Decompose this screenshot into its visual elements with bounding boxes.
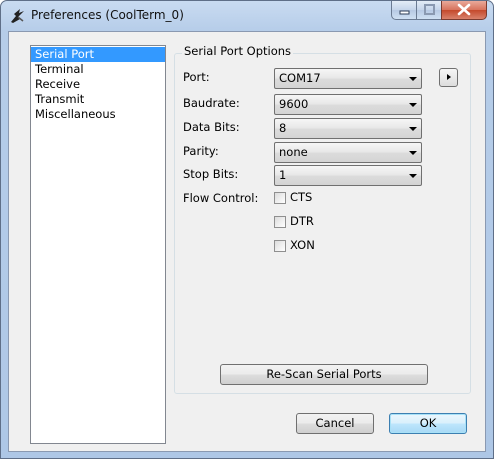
port-value: COM17 — [279, 71, 321, 85]
baudrate-select[interactable]: 9600 — [274, 94, 422, 115]
maximize-icon — [424, 4, 435, 15]
parity-select[interactable]: none — [274, 142, 422, 163]
chevron-down-icon — [409, 151, 417, 155]
baudrate-label: Baudrate: — [183, 96, 240, 110]
chevron-down-icon — [409, 174, 417, 178]
close-button[interactable] — [441, 1, 487, 20]
minimize-icon — [399, 10, 410, 15]
category-item-receive[interactable]: Receive — [31, 77, 165, 92]
data-bits-select[interactable]: 8 — [274, 118, 422, 139]
baudrate-value: 9600 — [279, 97, 309, 111]
category-item-terminal[interactable]: Terminal — [31, 62, 165, 77]
port-label: Port: — [183, 70, 210, 84]
chevron-down-icon — [409, 103, 417, 107]
parity-label: Parity: — [183, 144, 219, 158]
group-title: Serial Port Options — [182, 44, 294, 58]
close-icon — [457, 3, 471, 16]
xon-label[interactable]: XON — [290, 238, 315, 252]
data-bits-value: 8 — [279, 121, 287, 135]
cancel-button[interactable]: Cancel — [296, 413, 374, 434]
xon-checkbox[interactable] — [274, 240, 286, 252]
minimize-button[interactable] — [391, 1, 417, 20]
window-title: Preferences (CoolTerm_0) — [31, 8, 184, 22]
category-item-transmit[interactable]: Transmit — [31, 92, 165, 107]
stop-bits-label: Stop Bits: — [183, 167, 239, 181]
dtr-label[interactable]: DTR — [290, 214, 314, 228]
preferences-window: Preferences (CoolTerm_0) Serial Port Ter… — [0, 0, 494, 459]
ok-button[interactable]: OK — [389, 413, 467, 434]
data-bits-label: Data Bits: — [183, 120, 240, 134]
app-icon — [11, 9, 24, 23]
flow-control-label: Flow Control: — [183, 191, 259, 205]
category-list[interactable]: Serial Port Terminal Receive Transmit Mi… — [30, 45, 166, 444]
chevron-down-icon — [409, 127, 417, 131]
stop-bits-value: 1 — [279, 168, 287, 182]
title-bar[interactable]: Preferences (CoolTerm_0) — [1, 1, 493, 31]
play-arrow-icon — [447, 74, 451, 80]
chevron-down-icon — [409, 77, 417, 81]
port-select[interactable]: COM17 — [274, 68, 422, 89]
cts-label[interactable]: CTS — [290, 190, 312, 204]
maximize-button[interactable] — [416, 1, 442, 20]
dialog-client-area: Serial Port Terminal Receive Transmit Mi… — [8, 31, 486, 452]
category-item-serial-port[interactable]: Serial Port — [31, 47, 165, 62]
rescan-serial-ports-button[interactable]: Re-Scan Serial Ports — [220, 364, 428, 385]
stop-bits-select[interactable]: 1 — [274, 165, 422, 186]
parity-value: none — [279, 145, 308, 159]
cts-checkbox[interactable] — [274, 192, 286, 204]
category-item-miscellaneous[interactable]: Miscellaneous — [31, 107, 165, 122]
port-info-button[interactable] — [439, 68, 458, 87]
dtr-checkbox[interactable] — [274, 216, 286, 228]
